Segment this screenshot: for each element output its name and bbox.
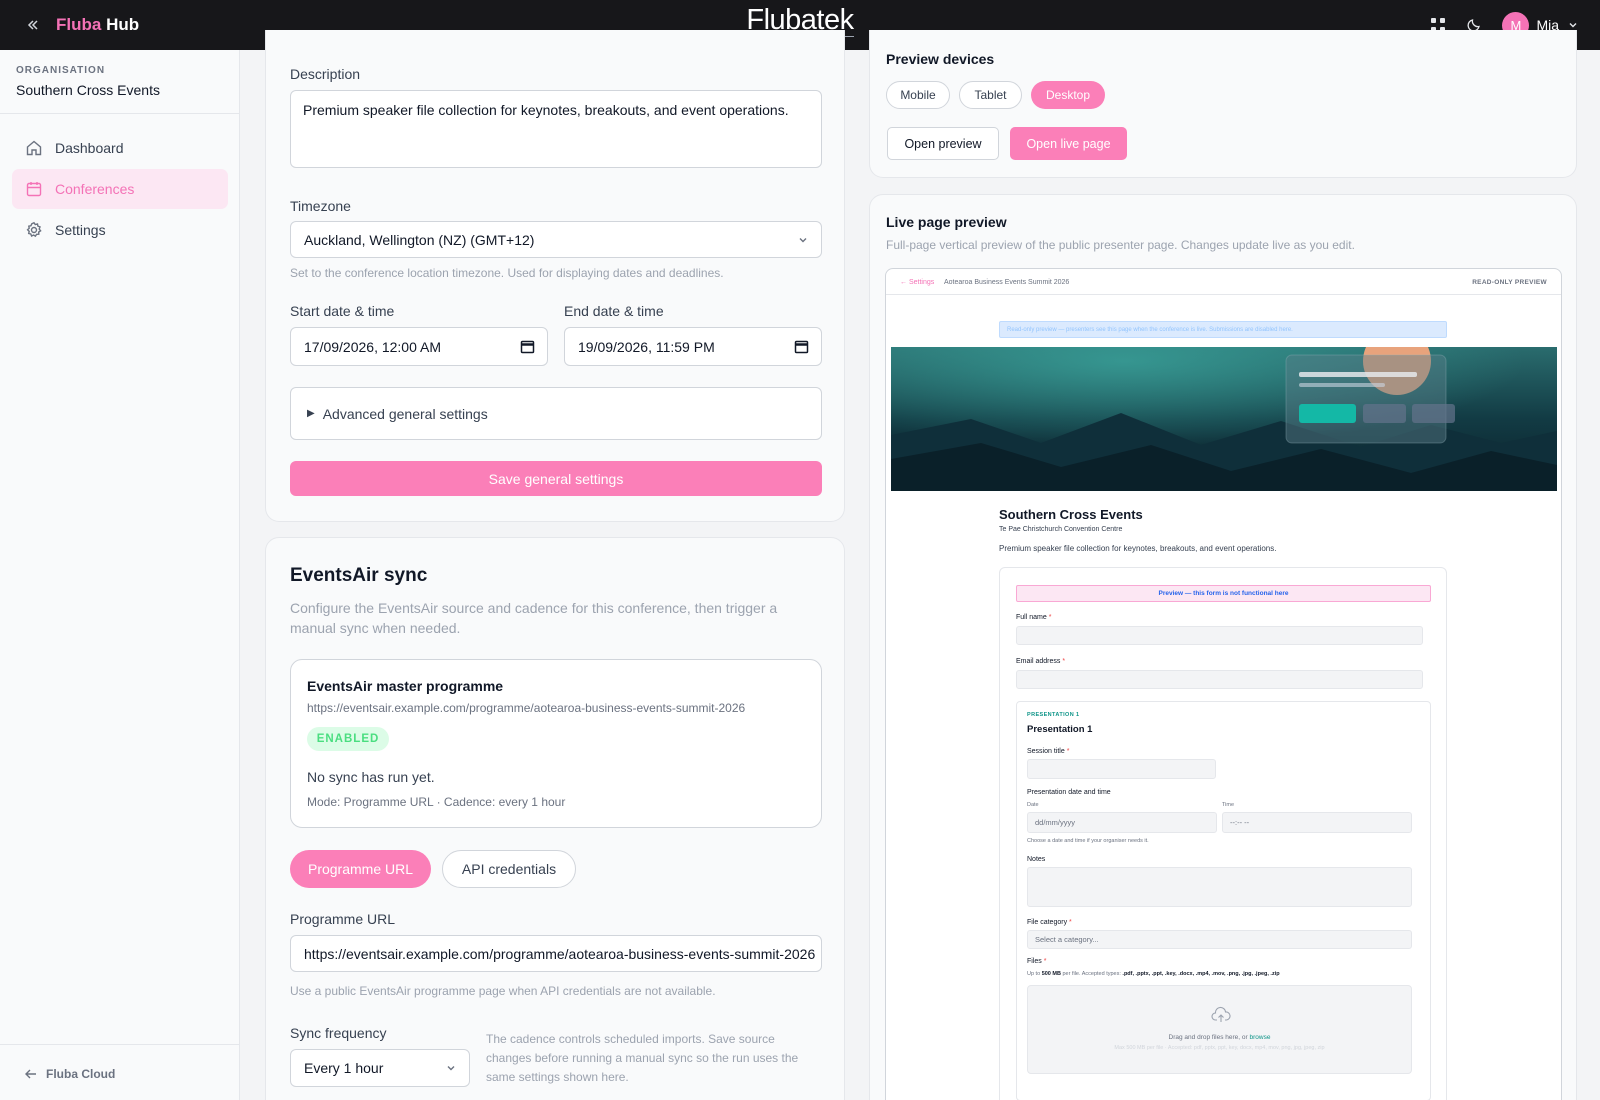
gear-icon [25,221,43,239]
timezone-label: Timezone [290,198,351,214]
open-live-page-button[interactable]: Open live page [1010,127,1127,160]
presentation-title: Presentation 1 [1027,724,1093,735]
source-title: EventsAir master programme [307,678,504,694]
home-icon [25,139,43,157]
eventsair-source-card: EventsAir master programme https://event… [290,659,822,828]
description-textarea[interactable]: Premium speaker file collection for keyn… [290,90,822,168]
end-label: End date & time [564,303,664,319]
datetime-label: Presentation date and time [1027,789,1111,796]
org-name: Southern Cross Events [16,82,160,98]
preview-breadcrumb: Aotearoa Business Events Summit 2026 [944,279,1070,286]
end-datetime-input[interactable]: 19/09/2026, 11:59 PM [564,327,822,366]
start-datetime-input[interactable]: 17/09/2026, 12:00 AM [290,327,548,366]
file-dropzone: Drag and drop files here, or browse Max … [1027,985,1412,1074]
preview-back-link: ← Settings [900,279,935,286]
eventsair-sync-card: EventsAir sync Configure the EventsAir s… [265,537,845,1100]
sidebar-item-label: Dashboard [55,140,124,156]
sync-status: No sync has run yet. [307,769,435,785]
read-only-label: READ-ONLY PREVIEW [1472,279,1547,286]
timezone-hint: Set to the conference location timezone.… [290,266,724,280]
upload-cloud-icon [1211,1006,1231,1022]
sync-frequency-label: Sync frequency [290,1025,387,1041]
email-label: Email address * [1016,658,1066,665]
date-field: dd/mm/yyyy [1027,812,1217,833]
notes-field [1027,867,1412,907]
drop-subtext: Max 500 MB per file · Accepted: pdf, ppt… [1114,1045,1325,1051]
live-preview-title: Live page preview [886,214,1007,230]
programme-url-label: Programme URL [290,911,396,927]
notes-label: Notes [1027,856,1046,863]
status-badge: ENABLED [307,727,389,751]
preview-form-notice: Preview — this form is not functional he… [1016,585,1431,602]
chevron-down-icon [799,238,807,243]
sync-frequency-note: The cadence controls scheduled imports. … [486,1032,799,1084]
presentation-block: PRESENTATION 1 Presentation 1 Session ti… [1016,701,1431,1100]
session-title-field [1027,759,1216,779]
time-field: --:-- -- [1222,812,1412,833]
sync-meta: Mode: Programme URL · Cadence: every 1 h… [307,795,566,809]
open-preview-button[interactable]: Open preview [887,127,999,160]
full-name-label: Full name * [1016,614,1052,621]
sidebar-bottom-divider [0,1044,239,1045]
full-name-field [1016,626,1423,645]
chevron-down-icon [447,1066,455,1071]
sidebar: ORGANISATION Southern Cross Events Dashb… [0,50,240,1100]
email-field [1016,670,1423,689]
timezone-select[interactable]: Auckland, Wellington (NZ) (GMT+12) [290,221,822,258]
device-mobile-button[interactable]: Mobile [886,81,950,109]
start-label: Start date & time [290,303,395,319]
calendar-picker-icon[interactable] [794,339,809,354]
preview-venue: Te Pae Christchurch Convention Centre [999,526,1123,533]
read-only-banner: Read-only preview — presenters see this … [999,321,1447,338]
file-category-label: File category * [1027,919,1072,926]
eventsair-title: EventsAir sync [290,565,428,586]
arrow-left-icon [25,1069,36,1079]
preview-devices-title: Preview devices [886,51,995,67]
programme-url-hint: Use a public EventsAir programme page wh… [290,984,716,998]
drop-text: Drag and drop files here, or browse [1168,1034,1271,1041]
tab-api-credentials[interactable]: API credentials [442,850,576,888]
files-limit: Up to 500 MB per file. Accepted types: .… [1027,971,1280,977]
calendar-icon [25,180,43,198]
org-label: ORGANISATION [16,65,106,76]
advanced-settings-toggle[interactable]: ▶ Advanced general settings [290,387,822,440]
presentation-kicker: PRESENTATION 1 [1027,712,1080,718]
preview-event-name: Southern Cross Events [999,507,1143,522]
session-title-label: Session title * [1027,748,1070,755]
hero-image [891,347,1557,491]
file-category-field: Select a category... [1027,930,1412,949]
sidebar-item-dashboard[interactable]: Dashboard [12,128,228,168]
sidebar-nav: Dashboard Conferences Settings [12,128,228,251]
fluba-cloud-link[interactable]: Fluba Cloud [24,1067,115,1081]
device-tablet-button[interactable]: Tablet [959,81,1022,109]
calendar-picker-icon[interactable] [520,339,535,354]
save-general-settings-button[interactable]: Save general settings [290,461,822,496]
general-settings-card: Description Premium speaker file collect… [265,30,845,522]
live-preview-subtitle: Full-page vertical preview of the public… [886,238,1355,252]
preview-devices-card: Preview devices Mobile Tablet Desktop Op… [869,30,1577,178]
sidebar-item-label: Conferences [55,181,135,197]
time-label: Time [1222,802,1235,808]
sidebar-divider [0,113,239,114]
datetime-hint: Choose a date and time if your organiser… [1027,838,1149,844]
programme-url-input[interactable]: https://eventsair.example.com/programme/… [290,935,822,972]
live-preview-frame[interactable]: ← Settings Aotearoa Business Events Summ… [885,268,1562,1100]
preview-description: Premium speaker file collection for keyn… [999,544,1277,553]
triangle-right-icon: ▶ [307,408,315,419]
preview-form: Preview — this form is not functional he… [999,567,1447,1100]
files-label: Files * [1027,958,1047,965]
sidebar-item-conferences[interactable]: Conferences [12,169,228,209]
chevron-down-icon [1569,23,1577,28]
preview-divider [886,294,1561,295]
description-label: Description [290,66,361,82]
sync-frequency-select[interactable]: Every 1 hour [290,1049,470,1087]
tab-programme-url[interactable]: Programme URL [290,850,431,888]
eventsair-description: Configure the EventsAir source and caden… [290,600,778,636]
date-label: Date [1027,802,1039,808]
sidebar-item-settings[interactable]: Settings [12,210,228,250]
sidebar-item-label: Settings [55,222,106,238]
source-url: https://eventsair.example.com/programme/… [307,701,746,715]
device-desktop-button[interactable]: Desktop [1031,81,1105,109]
